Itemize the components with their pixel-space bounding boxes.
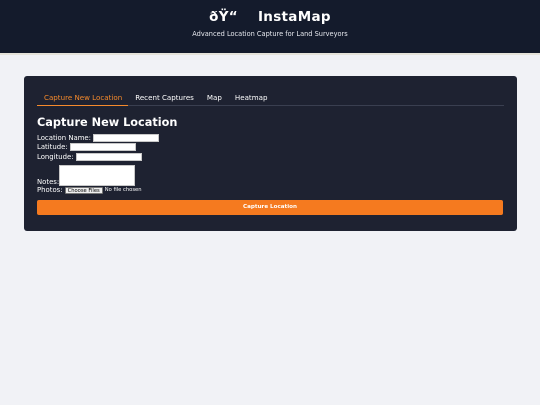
app-title: ðŸ“ InstaMap (0, 0, 540, 27)
location-name-label: Location Name: (37, 134, 91, 142)
latitude-input[interactable] (69, 143, 136, 152)
notes-label: Notes: (37, 177, 60, 186)
location-name-input[interactable] (92, 134, 159, 143)
choose-files-button[interactable]: Choose Files (64, 186, 103, 195)
tab-heatmap[interactable]: Heatmap (228, 89, 274, 106)
app-subtitle: Advanced Location Capture for Land Surve… (192, 30, 348, 38)
app-title-text: InstaMap (257, 9, 331, 25)
notes-row: Notes: (37, 162, 504, 186)
tab-capture-new-location[interactable]: Capture New Location (37, 89, 129, 106)
file-status-text: No file chosen (104, 187, 142, 194)
latitude-row: Latitude: (37, 143, 504, 152)
location-name-row: Location Name: (37, 134, 504, 143)
tab-recent-captures[interactable]: Recent Captures (128, 89, 200, 106)
photos-row: Photos: Choose Files No file chosen (37, 186, 504, 195)
pin-icon: ðŸ“ (209, 9, 238, 25)
capture-location-button[interactable]: Capture Location (37, 199, 503, 215)
tab-map[interactable]: Map (200, 89, 228, 106)
notes-textarea[interactable] (59, 164, 136, 186)
app-header: ðŸ“ InstaMap Advanced Location Capture fo… (0, 0, 540, 55)
longitude-input[interactable] (75, 152, 142, 161)
capture-form: Location Name: Latitude: Longitude: Note… (37, 134, 504, 215)
capture-panel: Capture New Location Recent Captures Map… (24, 76, 517, 231)
latitude-label: Latitude: (37, 143, 68, 152)
photos-label: Photos: (37, 186, 63, 195)
tab-bar: Capture New Location Recent Captures Map… (37, 89, 504, 106)
longitude-row: Longitude: (37, 152, 504, 162)
form-heading: Capture New Location (37, 116, 178, 129)
longitude-label: Longitude: (37, 152, 74, 161)
